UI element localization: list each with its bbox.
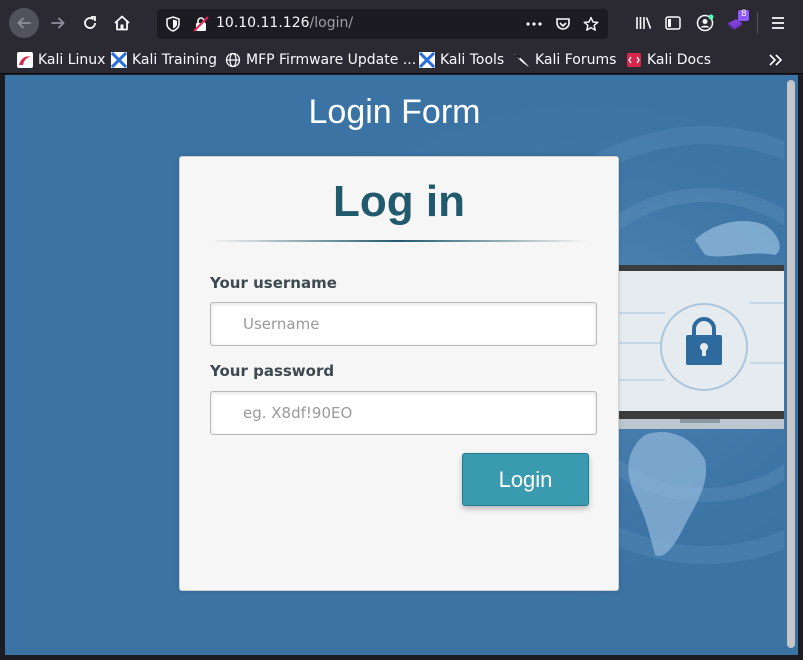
bookmark-label: MFP Firmware Update ... [246, 52, 417, 68]
reload-icon [84, 16, 96, 29]
kali-tools-icon [418, 51, 436, 69]
page-content: Login Form Log in Your username Your pas… [5, 75, 784, 655]
sidebar-icon [665, 16, 681, 30]
window-frame [0, 75, 5, 660]
chevron-double-right-icon [769, 54, 783, 66]
username-input[interactable] [210, 302, 597, 346]
window-frame [798, 75, 803, 660]
kali-training-icon [110, 51, 128, 69]
browser-toolbar: 10.10.11.126/login/ 8 [0, 0, 803, 46]
back-button[interactable] [9, 8, 39, 38]
extension-button[interactable]: 8 [722, 6, 752, 36]
bookmark-label: Kali Linux [38, 52, 106, 68]
url-host: 10.10.11.126 [216, 15, 310, 31]
bookmark-kali-docs[interactable]: Kali Docs [626, 50, 711, 70]
globe-icon [225, 52, 241, 68]
home-button[interactable] [107, 8, 137, 38]
kali-forums-icon [514, 52, 530, 68]
kali-docs-icon [626, 52, 642, 68]
forward-button[interactable] [43, 8, 73, 38]
login-card: Log in Your username Your password Login [179, 156, 619, 591]
url-path: /login/ [309, 15, 354, 31]
bookmark-mfp-firmware[interactable]: MFP Firmware Update ... [225, 50, 416, 70]
arrow-left-icon [17, 17, 31, 29]
heading-divider [210, 240, 588, 242]
account-button[interactable] [690, 8, 720, 38]
password-input[interactable] [210, 391, 597, 435]
library-icon [636, 17, 652, 29]
bookmarks-overflow-button[interactable] [768, 50, 784, 70]
shield-icon[interactable] [165, 16, 181, 32]
pocket-icon[interactable] [555, 16, 571, 32]
page-scrollbar[interactable] [784, 75, 798, 655]
hamburger-menu-icon [772, 17, 784, 29]
extension-badge: 8 [741, 9, 747, 19]
sidebar-button[interactable] [658, 8, 688, 38]
window-frame [0, 655, 803, 660]
bookmarks-bar: Kali Linux Kali Training MFP Firmware Up… [0, 46, 803, 74]
toolbar-divider [757, 12, 758, 34]
bookmark-kali-training[interactable]: Kali Training [110, 50, 217, 70]
login-heading: Log in [333, 177, 465, 226]
bookmark-kali-linux[interactable]: Kali Linux [17, 50, 105, 70]
reload-button[interactable] [75, 8, 105, 38]
home-icon [114, 15, 130, 31]
page-actions-icon[interactable] [526, 16, 542, 32]
page-title: Login Form [308, 93, 481, 131]
bookmark-kali-tools[interactable]: Kali Tools [418, 50, 505, 70]
url-bar[interactable]: 10.10.11.126/login/ [157, 9, 608, 39]
bookmark-label: Kali Tools [440, 52, 505, 68]
account-icon [696, 14, 714, 32]
bookmark-label: Kali Forums [535, 52, 617, 68]
bookmark-label: Kali Training [132, 52, 217, 68]
insecure-lock-icon[interactable] [193, 16, 209, 32]
username-label: Your username [210, 274, 337, 292]
menu-button[interactable] [763, 8, 793, 38]
bookmark-label: Kali Docs [647, 52, 712, 68]
star-bookmark-icon[interactable] [583, 16, 599, 32]
scrollbar-thumb[interactable] [787, 80, 795, 648]
bookmark-kali-forums[interactable]: Kali Forums [514, 50, 616, 70]
library-button[interactable] [629, 8, 659, 38]
kali-linux-icon [17, 52, 33, 68]
password-label: Your password [210, 362, 335, 380]
url-text: 10.10.11.126/login/ [216, 15, 353, 31]
arrow-right-icon [51, 17, 65, 29]
login-button[interactable]: Login [462, 453, 589, 506]
